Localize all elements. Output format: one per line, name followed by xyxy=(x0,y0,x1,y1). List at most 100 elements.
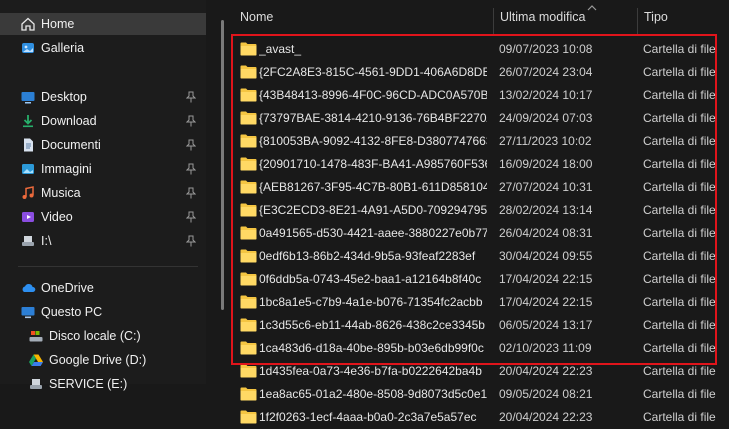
column-header-type[interactable]: Tipo xyxy=(644,0,668,34)
file-type: Cartella di file xyxy=(643,410,716,424)
file-row[interactable]: {2FC2A8E3-815C-4561-9DD1-406A6D8DE... 26/… xyxy=(230,61,729,84)
drive-icon xyxy=(20,233,36,249)
file-type: Cartella di file xyxy=(643,111,716,125)
sidebar-item-label: Galleria xyxy=(41,41,85,55)
sidebar-item-label: Disco locale (C:) xyxy=(49,329,141,343)
sort-ascending-icon[interactable] xyxy=(587,4,597,12)
file-row[interactable]: 1bc8a1e5-c7b9-4a1e-b076-71354fc2acbb 17/0… xyxy=(230,291,729,314)
scrollbar-thumb[interactable] xyxy=(221,20,224,310)
file-modified-date: 06/05/2024 13:17 xyxy=(499,318,593,332)
music-icon xyxy=(20,185,36,201)
pin-icon[interactable] xyxy=(186,115,196,127)
file-row[interactable]: 0a491565-d530-4421-aaee-3880227e0b77 26/0… xyxy=(230,222,729,245)
file-type: Cartella di file xyxy=(643,134,716,148)
file-type: Cartella di file xyxy=(643,88,716,102)
file-modified-date: 02/10/2023 11:09 xyxy=(499,341,592,355)
file-modified-date: 20/04/2024 22:23 xyxy=(499,364,593,378)
pin-icon[interactable] xyxy=(186,235,196,247)
file-modified-date: 09/07/2023 10:08 xyxy=(499,42,593,56)
file-name: {E3C2ECD3-8E21-4A91-A5D0-7092947952... xyxy=(259,203,487,217)
file-name: {2FC2A8E3-815C-4561-9DD1-406A6D8DE... xyxy=(259,65,487,79)
column-divider[interactable] xyxy=(637,8,638,34)
pin-icon[interactable] xyxy=(186,139,196,151)
sidebar-item-label: Documenti xyxy=(41,138,101,152)
this-pc-icon xyxy=(20,304,36,320)
sidebar-item-i[interactable]: I:\ xyxy=(0,230,206,252)
sidebar-item-disco-locale-c[interactable]: Disco locale (C:) xyxy=(0,325,206,347)
pin-icon[interactable] xyxy=(186,211,196,223)
file-modified-date: 26/07/2024 23:04 xyxy=(499,65,593,79)
video-icon xyxy=(20,209,36,225)
file-modified-date: 30/04/2024 09:55 xyxy=(499,249,593,263)
pin-icon[interactable] xyxy=(186,187,196,199)
file-type: Cartella di file xyxy=(643,272,716,286)
file-row[interactable]: {E3C2ECD3-8E21-4A91-A5D0-7092947952... 28… xyxy=(230,199,729,222)
file-row[interactable]: _avast_ 09/07/2023 10:08 Cartella di file xyxy=(230,38,729,61)
sidebar-item-musica[interactable]: Musica xyxy=(0,182,206,204)
sidebar-item-home[interactable]: Home xyxy=(0,13,206,35)
file-type: Cartella di file xyxy=(643,42,716,56)
file-row[interactable]: 1ca483d6-d18a-40be-895b-b03e6db99f0c 02/1… xyxy=(230,337,729,360)
sidebar-item-video[interactable]: Video xyxy=(0,206,206,228)
file-name: 0a491565-d530-4421-aaee-3880227e0b77 xyxy=(259,226,487,240)
file-row[interactable]: 1ea8ac65-01a2-480e-8508-9d8073d5c0e1 09/0… xyxy=(230,383,729,406)
file-row[interactable]: {20901710-1478-483F-BA41-A985760F5363} 16… xyxy=(230,153,729,176)
sidebar-item-label: Video xyxy=(41,210,73,224)
folder-icon xyxy=(240,318,257,332)
file-row[interactable]: 1c3d55c6-eb11-44ab-8626-438c2ce3345b 06/0… xyxy=(230,314,729,337)
sidebar-item-galleria[interactable]: Galleria xyxy=(0,37,206,59)
file-type: Cartella di file xyxy=(643,203,716,217)
file-modified-date: 27/11/2023 10:02 xyxy=(499,134,592,148)
file-type: Cartella di file xyxy=(643,387,716,401)
folder-icon xyxy=(240,249,257,263)
sidebar-item-label: OneDrive xyxy=(41,281,94,295)
file-name: 0edf6b13-86b2-434d-9b5a-93feaf2283ef xyxy=(259,249,476,263)
sidebar-item-questo-pc[interactable]: Questo PC xyxy=(0,301,206,323)
file-row[interactable]: 1f2f0263-1ecf-4aaa-b0a0-2c3a7e5a57ec 20/0… xyxy=(230,406,729,429)
sidebar-item-onedrive[interactable]: OneDrive xyxy=(0,277,206,299)
folder-icon xyxy=(240,203,257,217)
documents-icon xyxy=(20,137,36,153)
file-row[interactable]: 0f6ddb5a-0743-45e2-baa1-a12164b8f40c 17/0… xyxy=(230,268,729,291)
file-row[interactable]: {73797BAE-3814-4210-9136-76B4BF2270A... 2… xyxy=(230,107,729,130)
file-name: 1ea8ac65-01a2-480e-8508-9d8073d5c0e1 xyxy=(259,387,487,401)
file-name: {43B48413-8996-4F0C-96CD-ADC0A570B... xyxy=(259,88,487,102)
navigation-pane: Home Galleria Desktop Download Documenti Imma… xyxy=(0,0,206,391)
sidebar-item-immagini[interactable]: Immagini xyxy=(0,158,206,180)
sidebar-item-download[interactable]: Download xyxy=(0,110,206,132)
pictures-icon xyxy=(20,161,36,177)
sidebar-item-desktop[interactable]: Desktop xyxy=(0,86,206,108)
file-modified-date: 26/04/2024 08:31 xyxy=(499,226,593,240)
file-type: Cartella di file xyxy=(643,226,716,240)
sidebar-item-service-e[interactable]: SERVICE (E:) xyxy=(0,373,206,395)
gallery-icon xyxy=(20,40,36,56)
folder-icon xyxy=(240,42,257,56)
file-modified-date: 20/04/2024 22:23 xyxy=(499,410,593,424)
folder-icon xyxy=(240,88,257,102)
file-modified-date: 27/07/2024 10:31 xyxy=(499,180,593,194)
column-divider[interactable] xyxy=(493,8,494,34)
file-row[interactable]: 1d435fea-0a73-4e36-b7fa-b0222642ba4b 20/0… xyxy=(230,360,729,383)
file-name: 1f2f0263-1ecf-4aaa-b0a0-2c3a7e5a57ec xyxy=(259,410,477,424)
folder-icon xyxy=(240,226,257,240)
navigation-scrollbar[interactable] xyxy=(218,0,230,384)
pin-icon[interactable] xyxy=(186,163,196,175)
file-type: Cartella di file xyxy=(643,249,716,263)
download-icon xyxy=(20,113,36,129)
pin-icon[interactable] xyxy=(186,91,196,103)
folder-icon xyxy=(240,134,257,148)
column-header-modified[interactable]: Ultima modifica xyxy=(500,0,585,34)
file-row[interactable]: 0edf6b13-86b2-434d-9b5a-93feaf2283ef 30/0… xyxy=(230,245,729,268)
folder-icon xyxy=(240,364,257,378)
onedrive-icon xyxy=(20,280,36,296)
column-header-name[interactable]: Nome xyxy=(240,0,273,34)
file-row[interactable]: {43B48413-8996-4F0C-96CD-ADC0A570B... 13/… xyxy=(230,84,729,107)
file-row[interactable]: {AEB81267-3F95-4C7B-80B1-611D858104... 27… xyxy=(230,176,729,199)
file-type: Cartella di file xyxy=(643,341,716,355)
sidebar-item-google-drive-d[interactable]: Google Drive (D:) xyxy=(0,349,206,371)
sidebar-item-documenti[interactable]: Documenti xyxy=(0,134,206,156)
sidebar-separator xyxy=(18,266,198,267)
file-row[interactable]: {810053BA-9092-4132-8FE8-D3807747663F} 27… xyxy=(230,130,729,153)
file-name: {810053BA-9092-4132-8FE8-D3807747663F} xyxy=(259,134,487,148)
folder-icon xyxy=(240,157,257,171)
